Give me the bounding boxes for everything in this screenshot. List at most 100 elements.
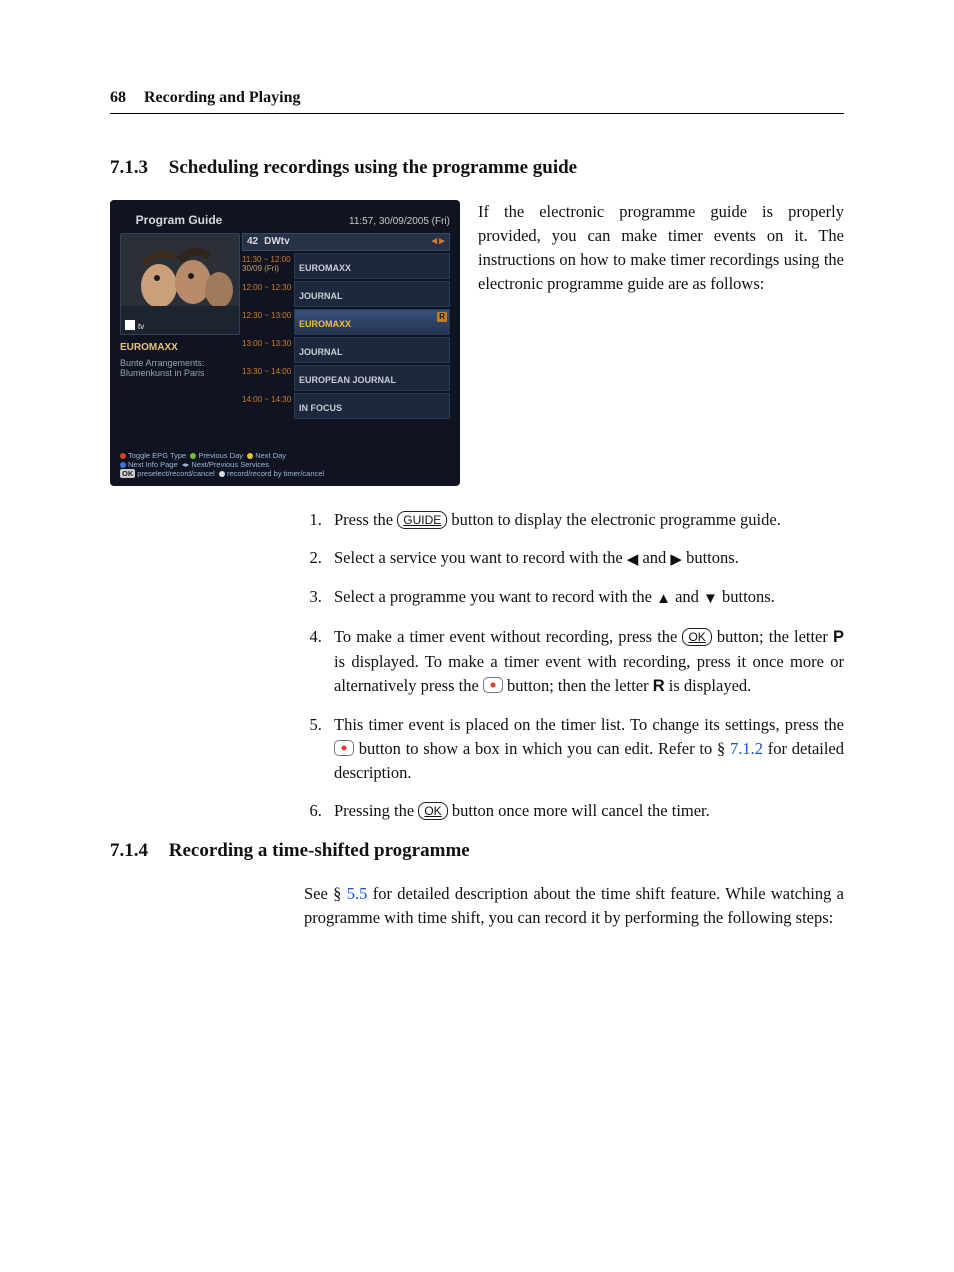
epg-legend: Toggle EPG Type Previous Day Next Day Ne… [120,451,450,478]
section-heading-714: 7.1.4 Recording a time-shifted programme [110,837,844,865]
page: 68 Recording and Playing 7.1.3 Schedulin… [0,0,954,1272]
up-arrow-icon: ▲ [656,591,671,607]
epg-time: 12:00 ~ 12:30 [242,281,294,307]
legend-ok-label: preselect/record/cancel [137,469,215,478]
step-4-text-b: button; the letter [712,627,833,646]
legend-arrows-label: Next/Previous Services [191,460,269,469]
step-6-text-a: Pressing the [334,801,418,820]
legend-yellow-dot-icon [247,453,253,459]
ok-key-icon-1: OK [682,628,711,646]
epg-preview-pane: tv EUROMAXX Bunte Arrangements: Blumenku… [120,233,238,447]
legend-green-dot-icon [190,453,196,459]
svg-text:tv: tv [138,322,144,331]
epg-row: 12:30 ~ 13:00EUROMAXXR [242,309,450,335]
crossref-712[interactable]: 7.1.2 [730,739,763,758]
legend-red-dot-icon [120,453,126,459]
epg-row: 14:00 ~ 14:30IN FOCUS [242,393,450,419]
page-number: 68 [110,86,126,109]
epg-programme-cell: IN FOCUS [294,393,450,419]
section-title: Scheduling recordings using the programm… [169,157,577,178]
crossref-55[interactable]: 5.5 [347,884,368,903]
epg-programme-cell: EUROPEAN JOURNAL [294,365,450,391]
epg-current-subtitle: Bunte Arrangements: Blumenkunst in Paris [120,358,238,379]
legend-blue-dot-icon [120,462,126,468]
epg-channel-number: 42 [247,235,258,250]
legend-blue-label: Next Info Page [128,460,178,469]
legend-rec-dot-icon [219,471,225,477]
epg-body: tv EUROMAXX Bunte Arrangements: Blumenku… [120,233,450,447]
epg-row: 13:30 ~ 14:00EUROPEAN JOURNAL [242,365,450,391]
step-6: Pressing the OK button once more will ca… [326,799,844,823]
epg-programme-cell: JOURNAL [294,337,450,363]
step-3-text-a: Select a programme you want to record wi… [334,587,656,606]
epg-programme-cell: EUROMAXXR [294,309,450,335]
step-4-text-e: is displayed. [665,676,752,695]
legend-arrows-icon: ◂▸ [182,460,190,469]
epg-current-programme: EUROMAXX [120,341,238,356]
intro-paragraph: If the electronic programme guide is pro… [478,200,844,296]
epg-preview-image: tv [120,233,240,335]
step-5-text-a: This timer event is placed on the timer … [334,715,844,734]
epg-head: Program Guide 11:57, 30/09/2005 (Fri) [120,212,450,229]
record-key-icon-2 [334,740,354,756]
step-2-text-b: and [638,548,670,567]
legend-yellow-label: Next Day [255,451,286,460]
epg-row: 11:30 ~ 12:0030/09 (Fri)EUROMAXX [242,253,450,279]
epg-channel-name: DWtv [264,235,429,250]
epg-programme-cell: EUROMAXX [294,253,450,279]
header-rule [110,113,844,114]
step-1-text-a: Press the [334,510,397,529]
figure-row: Program Guide 11:57, 30/09/2005 (Fri) [110,200,844,486]
step-4: To make a timer event without recording,… [326,625,844,699]
legend-red-label: Toggle EPG Type [128,451,186,460]
step-3: Select a programme you want to record wi… [326,585,844,611]
epg-record-badge: R [437,312,447,322]
ok-key-icon-2: OK [418,802,447,820]
epg-time: 11:30 ~ 12:0030/09 (Fri) [242,253,294,279]
step-3-text-b: and [671,587,703,606]
epg-programme-cell: JOURNAL [294,281,450,307]
step-1: Press the GUIDE button to display the el… [326,508,844,532]
down-arrow-icon: ▼ [703,591,718,607]
epg-channel-arrows-icon: ◄► [429,235,445,250]
section-title-714: Recording a time-shifted programme [169,840,470,861]
para-714: See § 5.5 for detailed description about… [304,882,844,930]
step-2-text-c: buttons. [682,548,739,567]
epg-time: 13:00 ~ 13:30 [242,337,294,363]
left-arrow-icon: ◀ [627,552,639,568]
step-2-text-a: Select a service you want to record with… [334,548,627,567]
epg-title: Program Guide [120,212,238,229]
para-714-b: for detailed description about the time … [304,884,844,927]
epg-time: 13:30 ~ 14:00 [242,365,294,391]
epg-channel-header: 42 DWtv ◄► [242,233,450,251]
section-heading-713: 7.1.3 Scheduling recordings using the pr… [110,154,844,182]
right-arrow-icon: ▶ [670,552,682,568]
epg-row: 12:00 ~ 12:30JOURNAL [242,281,450,307]
step-6-text-b: button once more will cancel the timer. [448,801,710,820]
step-2: Select a service you want to record with… [326,546,844,572]
instruction-list: Press the GUIDE button to display the el… [110,508,844,823]
legend-rec-label: record/record by timer/cancel [227,469,324,478]
step-4-text-a: To make a timer event without recording,… [334,627,682,646]
step-4-text-d: button; then the letter [503,676,653,695]
legend-ok-key-icon: OK [120,469,135,478]
section-number-714: 7.1.4 [110,837,148,865]
para-714-a: See § [304,884,347,903]
record-key-icon-1 [483,677,503,693]
epg-grid: 42 DWtv ◄► 11:30 ~ 12:0030/09 (Fri)EUROM… [242,233,450,447]
letter-p: P [833,628,844,646]
legend-green-label: Previous Day [198,451,243,460]
step-5: This timer event is placed on the timer … [326,713,844,785]
section-number: 7.1.3 [110,154,148,182]
letter-r: R [653,677,665,695]
running-head: 68 Recording and Playing [110,86,844,109]
epg-clock: 11:57, 30/09/2005 (Fri) [238,215,450,230]
epg-time: 12:30 ~ 13:00 [242,309,294,335]
chapter-title: Recording and Playing [144,89,300,106]
epg-row: 13:00 ~ 13:30JOURNAL [242,337,450,363]
epg-screenshot: Program Guide 11:57, 30/09/2005 (Fri) [110,200,460,486]
step-3-text-c: buttons. [718,587,775,606]
step-5-text-b: button to show a box in which you can ed… [354,739,730,758]
epg-time: 14:00 ~ 14:30 [242,393,294,419]
guide-key-icon: GUIDE [397,511,447,529]
